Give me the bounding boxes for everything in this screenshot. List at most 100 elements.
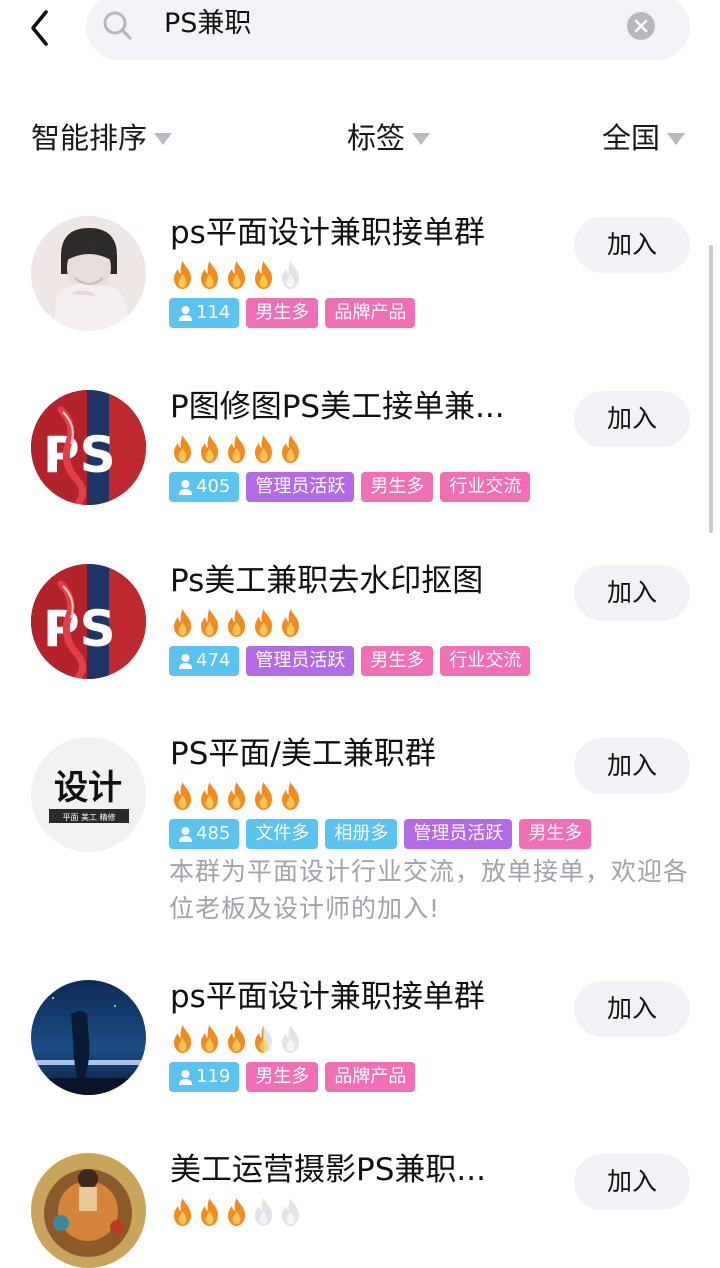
tag-badge: 文件多: [246, 819, 319, 849]
group-name[interactable]: ps平面设计兼职接单群: [170, 974, 550, 1020]
half-flame-icon: [255, 1025, 272, 1053]
flame-icon: [228, 609, 245, 637]
avatar-logo-subtext: 平面 美工 精修: [62, 812, 115, 822]
empty-flame-icon: [282, 1025, 299, 1053]
tag-badge: 管理员活跃: [404, 819, 513, 849]
flame-icon: [282, 782, 299, 810]
tag-badge: 相册多: [325, 819, 398, 849]
tag-badge: 品牌产品: [325, 298, 416, 328]
avatar[interactable]: PS: [31, 390, 146, 505]
flame-icon: [228, 261, 245, 289]
group-name[interactable]: PS平面/美工兼职群: [170, 731, 550, 777]
join-button[interactable]: 加入: [574, 217, 690, 273]
group-list: ps平面设计兼职接单群 114 男生多 品牌产品 加入 PS P图修图PS美工接…: [0, 0, 720, 1268]
flame-icon: [255, 782, 272, 810]
flame-icon: [201, 1025, 218, 1053]
tag-badge: 男生多: [519, 819, 592, 849]
group-name[interactable]: Ps美工兼职去水印抠图: [170, 558, 550, 604]
avatar-logo-text: 设计: [54, 768, 122, 808]
member-count-badge: 114: [169, 298, 240, 328]
tag-badge: 行业交流: [440, 472, 531, 502]
member-count: 114: [196, 302, 231, 323]
member-count-badge: 405: [169, 472, 240, 502]
avatar[interactable]: [31, 216, 146, 331]
tag-badge: 管理员活跃: [246, 646, 355, 676]
flame-icon: [174, 609, 191, 637]
svg-text:PS: PS: [43, 600, 116, 658]
flame-icon: [174, 261, 191, 289]
join-button[interactable]: 加入: [574, 1154, 690, 1210]
tag-list: 114 男生多 品牌产品: [169, 298, 416, 328]
flame-icon: [201, 261, 218, 289]
tag-badge: 男生多: [361, 646, 434, 676]
flame-icon: [255, 609, 272, 637]
avatar[interactable]: PS: [31, 564, 146, 679]
empty-flame-icon: [255, 1198, 272, 1226]
member-count: 405: [196, 476, 231, 497]
person-icon: [179, 826, 192, 842]
tag-badge: 行业交流: [440, 646, 531, 676]
flame-icon: [255, 435, 272, 463]
group-name[interactable]: 美工运营摄影PS兼职...: [170, 1147, 550, 1193]
person-icon: [179, 653, 192, 669]
tag-list: 119 男生多 品牌产品: [169, 1062, 416, 1092]
flame-icon: [201, 609, 218, 637]
scrollbar[interactable]: [709, 245, 713, 533]
member-count: 485: [196, 823, 231, 844]
person-photo-avatar: [31, 216, 146, 331]
colorful-photo-avatar: [31, 1153, 146, 1268]
tag-badge: 管理员活跃: [246, 472, 355, 502]
flame-icon: [201, 1198, 218, 1226]
empty-flame-icon: [282, 1198, 299, 1226]
flame-icon: [228, 782, 245, 810]
tag-list: 405 管理员活跃 男生多 行业交流: [169, 472, 531, 502]
person-icon: [179, 305, 192, 321]
join-button[interactable]: 加入: [574, 738, 690, 794]
activity-rating: [169, 260, 304, 290]
member-count-badge: 485: [169, 819, 240, 849]
person-icon: [179, 1069, 192, 1085]
flame-icon: [228, 435, 245, 463]
activity-rating: [169, 434, 304, 464]
tag-badge: 品牌产品: [325, 1062, 416, 1092]
member-count: 119: [196, 1066, 231, 1087]
group-description: 本群为平面设计行业交流，放单接单，欢迎各位老板及设计师的加入!: [169, 857, 690, 923]
flame-icon: [201, 435, 218, 463]
ps-logo-avatar: PS: [31, 390, 146, 505]
flame-icon: [228, 1025, 245, 1053]
flame-icon: [174, 1025, 191, 1053]
flame-icon: [201, 782, 218, 810]
avatar[interactable]: [31, 1153, 146, 1268]
flame-icon: [174, 782, 191, 810]
flame-icon: [228, 1198, 245, 1226]
group-name[interactable]: P图修图PS美工接单兼...: [170, 384, 550, 430]
group-name[interactable]: ps平面设计兼职接单群: [170, 210, 550, 256]
join-button[interactable]: 加入: [574, 391, 690, 447]
join-button[interactable]: 加入: [574, 565, 690, 621]
night-sky-avatar: [31, 980, 146, 1095]
avatar[interactable]: 设计 平面 美工 精修: [31, 737, 146, 852]
flame-icon: [255, 261, 272, 289]
svg-text:PS: PS: [43, 426, 116, 484]
empty-flame-icon: [282, 261, 299, 289]
avatar[interactable]: [31, 980, 146, 1095]
tag-list: 474 管理员活跃 男生多 行业交流: [169, 646, 531, 676]
tag-badge: 男生多: [361, 472, 434, 502]
activity-rating: [169, 781, 304, 811]
tag-badge: 男生多: [246, 1062, 319, 1092]
activity-rating: [169, 1197, 304, 1227]
join-button[interactable]: 加入: [574, 981, 690, 1037]
design-logo-avatar: 设计 平面 美工 精修: [31, 737, 146, 852]
tag-list: 485 文件多 相册多 管理员活跃 男生多: [169, 819, 592, 849]
person-icon: [179, 479, 192, 495]
member-count: 474: [196, 650, 231, 671]
ps-logo-avatar: PS: [31, 564, 146, 679]
flame-icon: [174, 435, 191, 463]
flame-icon: [282, 435, 299, 463]
flame-icon: [282, 609, 299, 637]
tag-badge: 男生多: [246, 298, 319, 328]
activity-rating: [169, 608, 304, 638]
activity-rating: [169, 1024, 304, 1054]
flame-icon: [174, 1198, 191, 1226]
member-count-badge: 474: [169, 646, 240, 676]
